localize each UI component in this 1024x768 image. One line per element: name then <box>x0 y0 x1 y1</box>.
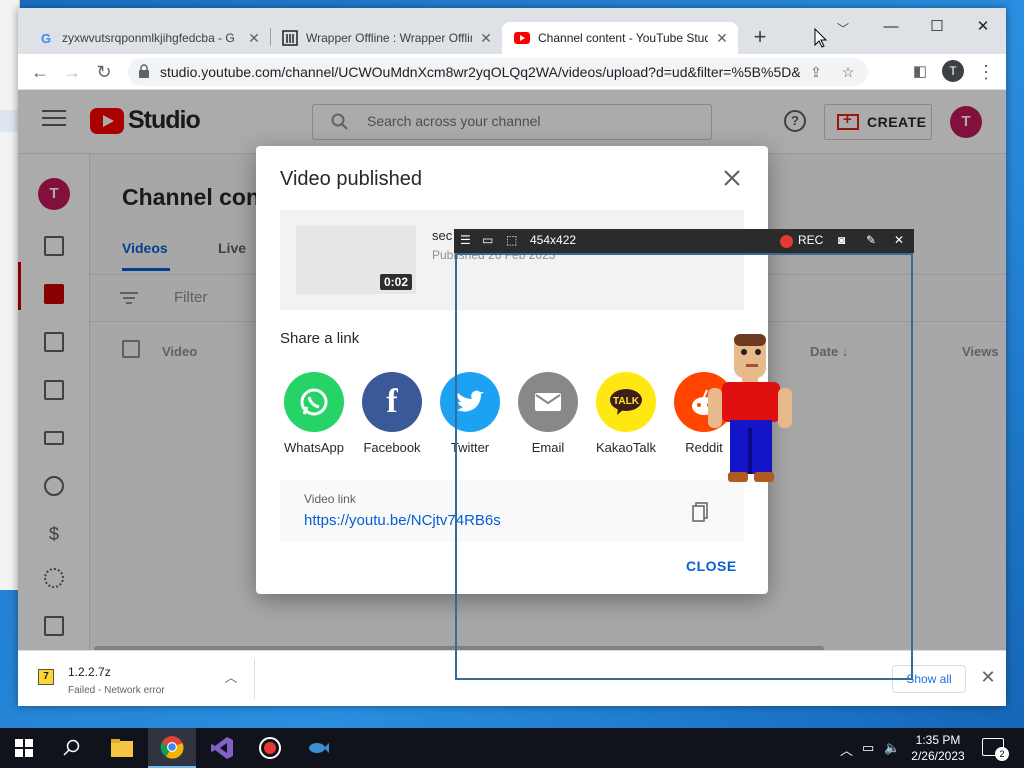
search-icon <box>63 739 80 756</box>
chrome-icon <box>160 736 184 759</box>
taskbar-recorder[interactable] <box>246 728 294 768</box>
video-duration: 0:02 <box>379 274 412 290</box>
fish-app-icon <box>309 743 329 753</box>
back-button[interactable]: ← <box>26 58 54 86</box>
tab-title: zyxwvutsrqponmlkjihgfedcba - G <box>62 31 235 45</box>
video-link-label: Video link <box>304 492 356 506</box>
clock-date: 2/26/2023 <box>911 749 965 763</box>
desktop: G zyxwvutsrqponmlkjihgfedcba - G ✕ Wrapp… <box>0 0 1024 728</box>
taskbar-chrome[interactable] <box>148 728 196 768</box>
dialog-title: Video published <box>280 168 422 190</box>
browser-toolbar: ← → ↻ studio.youtube.com/channel/UCWOuMd… <box>18 54 1006 90</box>
network-icon[interactable]: ▭ <box>862 740 874 756</box>
tab-title: Wrapper Offline : Wrapper Offlin <box>306 31 472 45</box>
clock-time: 1:35 PM <box>915 733 961 747</box>
address-bar[interactable]: studio.youtube.com/channel/UCWOuMdnXcm8w… <box>128 58 868 86</box>
record-button[interactable]: REC <box>798 233 823 249</box>
taskbar: ︿ ▭ 🔈 1:35 PM 2/26/2023 2 <box>0 728 1024 768</box>
bookmark-star-icon[interactable]: ☆ <box>838 62 858 82</box>
whatsapp-icon <box>284 372 344 432</box>
new-tab-button[interactable]: + <box>746 24 774 52</box>
youtube-icon <box>514 30 530 46</box>
download-file-name[interactable]: 1.2.2.7z <box>68 665 111 679</box>
share-name: Facebook <box>363 440 421 455</box>
recorder-close-icon[interactable]: ✕ <box>894 233 904 249</box>
recorder-toolbar: ☰ ▭ ⬚ 454x422 REC ◙ ✎ ✕ <box>454 229 914 253</box>
record-dot-icon <box>780 235 793 248</box>
folder-icon <box>111 739 133 757</box>
taskbar-visual-studio[interactable] <box>198 728 246 768</box>
share-heading: Share a link <box>280 330 360 347</box>
tab-strip: G zyxwvutsrqponmlkjihgfedcba - G ✕ Wrapp… <box>18 8 1006 54</box>
recorder-size-readout: 454x422 <box>530 233 577 247</box>
visual-studio-icon <box>211 737 233 759</box>
character-figure <box>708 334 792 482</box>
video-title: sec <box>432 228 453 243</box>
windows-icon <box>15 739 33 757</box>
camera-icon[interactable]: ◙ <box>838 233 845 249</box>
taskbar-file-explorer[interactable] <box>98 728 146 768</box>
close-tab-icon[interactable]: ✕ <box>714 30 730 47</box>
share-icon[interactable]: ⇪ <box>806 62 826 82</box>
tab-title: Channel content - YouTube Stud <box>538 31 708 45</box>
forward-button[interactable]: → <box>58 58 86 86</box>
window-select-icon[interactable]: ▭ <box>482 233 493 249</box>
download-separator <box>254 659 255 699</box>
close-window-button[interactable]: ✕ <box>960 12 1006 42</box>
system-clock[interactable]: 1:35 PM 2/26/2023 <box>902 732 974 764</box>
minimize-button[interactable]: — <box>868 12 914 42</box>
notification-count: 2 <box>995 747 1009 761</box>
side-panel-icon[interactable]: ◧ <box>906 58 934 86</box>
taskbar-app[interactable] <box>294 728 342 768</box>
mouse-cursor-icon <box>814 28 828 48</box>
notification-center-icon[interactable]: 2 <box>982 738 1009 761</box>
lock-icon <box>139 64 149 78</box>
video-thumbnail[interactable]: 0:02 <box>296 226 416 294</box>
close-tab-icon[interactable]: ✕ <box>478 30 494 47</box>
tab-google[interactable]: G zyxwvutsrqponmlkjihgfedcba - G ✕ <box>26 22 270 54</box>
tab-search-icon[interactable]: ﹀ <box>830 16 856 42</box>
facebook-icon: f <box>362 372 422 432</box>
recorder-menu-icon[interactable]: ☰ <box>460 233 471 249</box>
browser-menu-icon[interactable]: ⋮ <box>976 58 996 86</box>
taskbar-search[interactable] <box>48 728 96 768</box>
close-icon[interactable] <box>720 166 744 190</box>
google-icon: G <box>40 30 52 46</box>
profile-avatar[interactable]: T <box>942 60 964 82</box>
url-text: studio.youtube.com/channel/UCWOuMdnXcm8w… <box>160 64 800 80</box>
record-app-icon <box>259 737 281 759</box>
recording-region-frame[interactable] <box>455 253 913 680</box>
region-select-icon[interactable]: ⬚ <box>506 233 517 249</box>
reload-button[interactable]: ↻ <box>90 58 118 86</box>
start-button[interactable] <box>0 728 48 768</box>
background-window-row <box>0 110 20 132</box>
archive-file-icon: 7 <box>38 669 54 685</box>
archive-icon <box>282 30 298 46</box>
close-tab-icon[interactable]: ✕ <box>246 30 262 47</box>
tab-wrapper-offline[interactable]: Wrapper Offline : Wrapper Offlin ✕ <box>270 22 502 54</box>
share-whatsapp[interactable]: WhatsApp <box>278 372 350 455</box>
share-facebook[interactable]: f Facebook <box>356 372 428 455</box>
tab-youtube-studio[interactable]: Channel content - YouTube Stud ✕ <box>502 22 738 54</box>
download-status: Failed - Network error <box>68 685 165 696</box>
pencil-icon[interactable]: ✎ <box>866 233 876 249</box>
maximize-button[interactable]: ☐ <box>914 12 960 42</box>
volume-icon[interactable]: 🔈 <box>884 740 900 756</box>
close-download-bar-icon[interactable]: ✕ <box>978 667 998 687</box>
chevron-up-icon[interactable]: ︿ <box>222 667 240 685</box>
share-name: WhatsApp <box>284 440 344 455</box>
tray-overflow-icon[interactable]: ︿ <box>840 740 853 759</box>
background-window <box>0 0 20 590</box>
